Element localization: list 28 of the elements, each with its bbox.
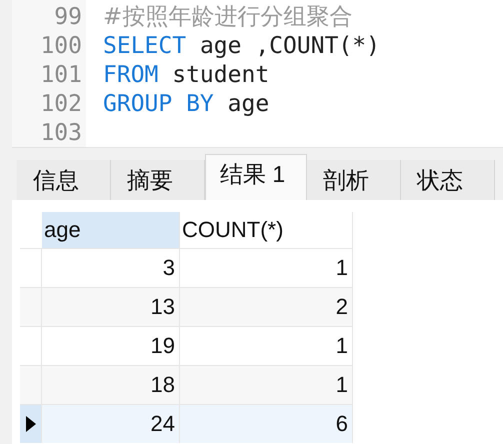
table-cell: 24 <box>42 405 180 443</box>
sql-keyword: SELECT <box>103 32 186 61</box>
table-cell: 13 <box>42 288 180 326</box>
code-comment: #按照年龄进行分组聚合 <box>103 3 352 32</box>
row-header[interactable] <box>20 405 42 443</box>
tab[interactable]: 剖析 <box>307 160 401 200</box>
code-editor[interactable]: 99 100 101 102 103 #按照年龄进行分组聚合 SELECT age ,COUNT(*) FROM student GROUP BY age <box>12 0 503 148</box>
sql-keyword: GROUP BY <box>103 90 214 119</box>
line-number: 100 <box>40 32 82 61</box>
column-header[interactable]: age <box>42 212 180 248</box>
code-text: student <box>171 61 270 90</box>
table-cell: 2 <box>180 288 353 326</box>
line-number: 99 <box>54 3 82 32</box>
code-text: age <box>226 90 270 119</box>
line-number: 103 <box>40 119 82 148</box>
table-cell: 1 <box>180 366 353 404</box>
tab[interactable]: 状态 <box>401 160 495 200</box>
tab[interactable]: 信息 <box>17 160 111 200</box>
tab[interactable]: 结果 1 <box>205 154 307 200</box>
table-cell: 6 <box>180 405 353 443</box>
column-header[interactable]: COUNT(*) <box>180 212 353 248</box>
code-text: age ,COUNT(*) <box>198 32 380 61</box>
line-number: 101 <box>40 61 82 90</box>
current-row-icon <box>26 416 36 432</box>
tab[interactable]: 摘要 <box>111 160 205 200</box>
line-number: 102 <box>40 90 82 119</box>
table-cell: 18 <box>42 366 180 404</box>
sql-keyword: FROM <box>103 61 158 90</box>
